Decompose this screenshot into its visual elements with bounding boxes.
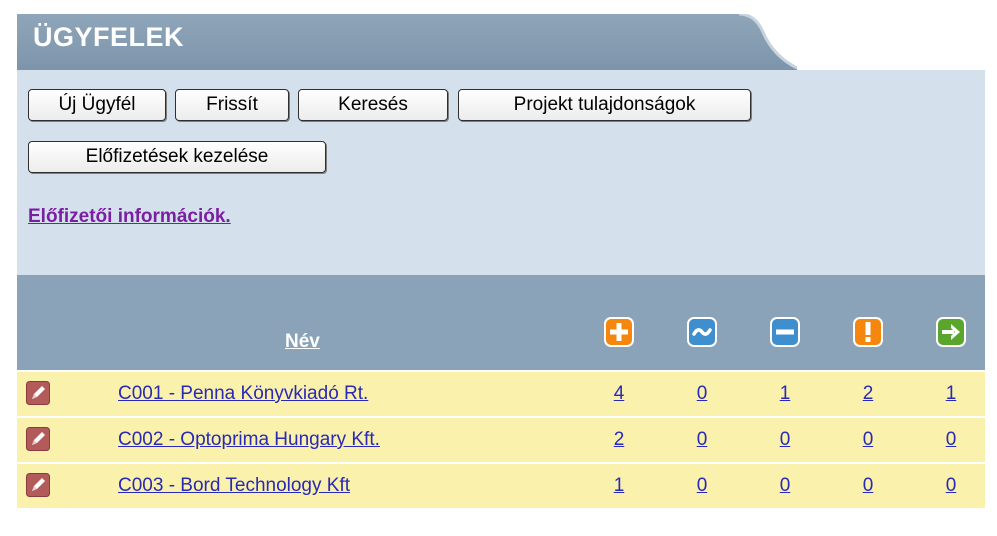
- count-changed-link[interactable]: 0: [687, 383, 717, 405]
- count-removed-link[interactable]: 0: [770, 475, 800, 497]
- tilde-icon[interactable]: [687, 317, 717, 347]
- count-new-link[interactable]: 1: [604, 475, 634, 497]
- table-row: C003 - Bord Technology Kft 1 0 0 0 0: [17, 462, 985, 508]
- minus-icon[interactable]: [770, 317, 800, 347]
- count-warning-link[interactable]: 0: [853, 475, 883, 497]
- edit-pencil-icon[interactable]: [26, 381, 50, 405]
- count-warning-link[interactable]: 2: [853, 383, 883, 405]
- column-header-name[interactable]: Név: [285, 331, 320, 353]
- count-forward-link[interactable]: 0: [936, 429, 966, 451]
- count-forward-link[interactable]: 1: [936, 383, 966, 405]
- page-header-tab: ÜGYFELEK: [17, 14, 797, 70]
- plus-icon[interactable]: [604, 317, 634, 347]
- arrow-right-icon[interactable]: [936, 317, 966, 347]
- manage-subscriptions-button[interactable]: Előfizetések kezelése: [28, 141, 326, 173]
- count-removed-link[interactable]: 1: [770, 383, 800, 405]
- toolbar-panel: Új Ügyfél Frissít Keresés Projekt tulajd…: [17, 70, 985, 275]
- customer-link[interactable]: C001 - Penna Könyvkiadó Rt.: [118, 383, 368, 405]
- table-row: C001 - Penna Könyvkiadó Rt. 4 0 1 2 1: [17, 370, 985, 416]
- count-changed-link[interactable]: 0: [687, 475, 717, 497]
- customer-link[interactable]: C003 - Bord Technology Kft: [118, 475, 350, 497]
- count-changed-link[interactable]: 0: [687, 429, 717, 451]
- table-header: Név: [17, 275, 985, 370]
- customer-link[interactable]: C002 - Optoprima Hungary Kft.: [118, 429, 380, 451]
- subscriber-info-link[interactable]: Előfizetői információk.: [28, 206, 231, 228]
- count-removed-link[interactable]: 0: [770, 429, 800, 451]
- page-title: ÜGYFELEK: [33, 22, 185, 52]
- refresh-button[interactable]: Frissít: [175, 89, 289, 121]
- edit-pencil-icon[interactable]: [26, 473, 50, 497]
- customers-page: ÜGYFELEK Új Ügyfél Frissít Keresés Proje…: [0, 0, 997, 536]
- count-forward-link[interactable]: 0: [936, 475, 966, 497]
- count-new-link[interactable]: 4: [604, 383, 634, 405]
- project-properties-button[interactable]: Projekt tulajdonságok: [458, 89, 751, 121]
- count-new-link[interactable]: 2: [604, 429, 634, 451]
- table-row: C002 - Optoprima Hungary Kft. 2 0 0 0 0: [17, 416, 985, 462]
- count-warning-link[interactable]: 0: [853, 429, 883, 451]
- search-button[interactable]: Keresés: [298, 89, 448, 121]
- edit-pencil-icon[interactable]: [26, 427, 50, 451]
- exclamation-icon[interactable]: [853, 317, 883, 347]
- new-customer-button[interactable]: Új Ügyfél: [28, 89, 166, 121]
